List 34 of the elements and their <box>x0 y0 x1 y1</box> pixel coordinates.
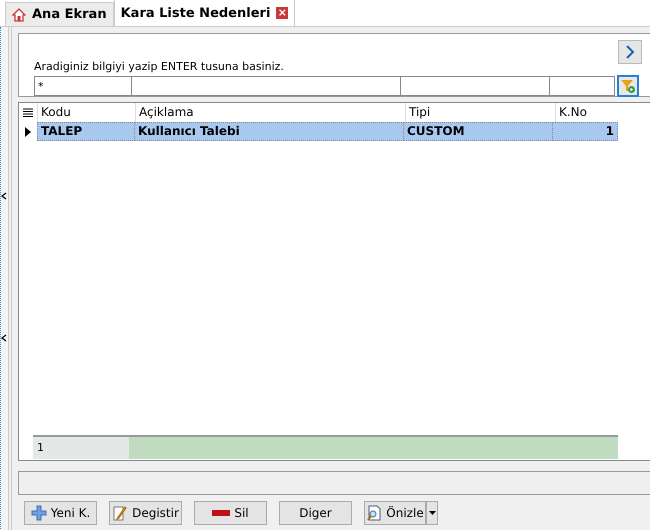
filter-field[interactable] <box>400 76 550 96</box>
dropdown-button[interactable] <box>426 501 438 525</box>
filter-button[interactable] <box>617 75 639 97</box>
preview-button[interactable]: Önizle <box>364 501 426 525</box>
table-cell: TALEP <box>37 122 135 141</box>
pencil-page-icon <box>112 505 128 521</box>
minus-icon <box>212 510 230 516</box>
magnifier-page-icon <box>366 505 382 521</box>
next-button[interactable] <box>618 40 642 64</box>
table-cell: CUSTOM <box>403 122 553 141</box>
table-cell: Kullanıcı Talebi <box>134 122 404 141</box>
chevron-left-icon[interactable] <box>1 192 7 200</box>
chevron-left-icon[interactable] <box>1 334 7 342</box>
funnel-icon <box>620 78 636 94</box>
row-pointer-icon <box>23 126 33 136</box>
other-button[interactable]: Diger <box>279 501 352 525</box>
table-row[interactable]: TALEP Kullanıcı Talebi CUSTOM 1 <box>19 122 617 141</box>
filter-field[interactable]: * <box>34 76 132 96</box>
filter-field[interactable] <box>131 76 401 96</box>
table-cell: 1 <box>552 122 618 141</box>
filter-field[interactable] <box>549 76 615 96</box>
add-button[interactable]: Yeni K. <box>24 501 97 525</box>
caret-icon <box>428 511 436 515</box>
delete-button[interactable]: Sil <box>194 501 267 525</box>
record-count: 1 <box>33 437 129 459</box>
chevron-right-icon <box>625 44 635 60</box>
edit-button[interactable]: Degistir <box>109 501 182 525</box>
plus-icon <box>30 505 47 521</box>
search-hint: Aradiginiz bilgiyi yazip ENTER tusuna basiniz. <box>34 60 285 73</box>
house-icon <box>12 8 26 22</box>
list-icon <box>23 108 33 118</box>
tab[interactable]: Ana Ekran <box>5 2 114 26</box>
tab[interactable]: Kara Liste Nedenleri × <box>114 0 296 26</box>
close-button[interactable]: × <box>276 7 288 19</box>
